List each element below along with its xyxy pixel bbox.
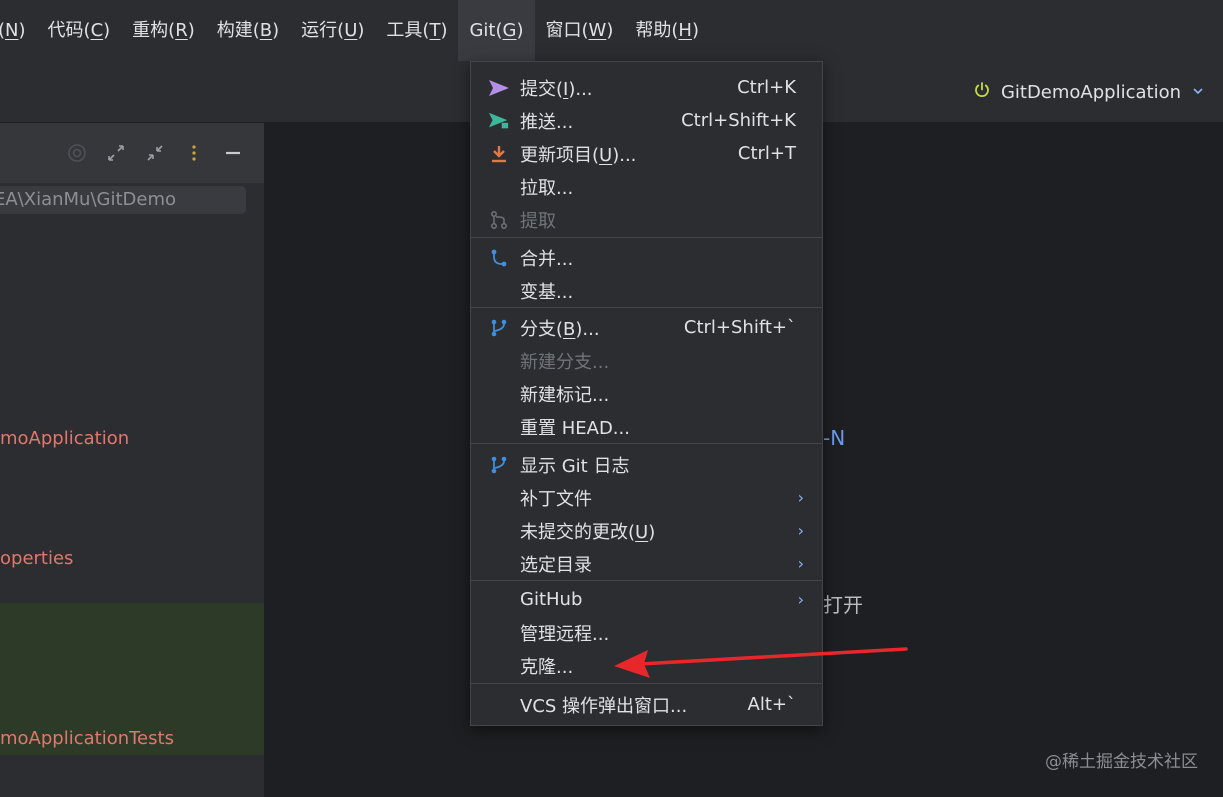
menu-separator xyxy=(471,307,822,308)
menu-build[interactable]: 构建(B) xyxy=(206,0,290,61)
fetch-icon xyxy=(488,209,510,231)
project-panel-header xyxy=(0,123,264,183)
chevron-right-icon: › xyxy=(797,488,804,507)
chevron-right-icon: › xyxy=(797,590,804,609)
tree-item-application-tests[interactable]: moApplicationTests xyxy=(0,728,174,749)
menu-git[interactable]: Git(G) xyxy=(458,0,535,61)
menu-run[interactable]: 运行(U) xyxy=(290,0,375,61)
editor-hint-open: 打开 xyxy=(823,593,863,617)
menu-item-pull[interactable]: 拉取... xyxy=(471,170,822,203)
shortcut: Alt+` xyxy=(747,694,796,715)
git-dropdown-menu: 提交(I)... Ctrl+K 推送... Ctrl+Shift+K 更新项目(… xyxy=(470,61,823,726)
menu-item-update-project[interactable]: 更新项目(U)... Ctrl+T xyxy=(471,137,822,170)
update-download-icon xyxy=(488,143,510,165)
target-icon[interactable] xyxy=(66,142,88,164)
menu-separator xyxy=(471,237,822,238)
push-arrow-icon xyxy=(488,110,510,132)
collapse-all-icon[interactable] xyxy=(144,142,166,164)
commit-arrow-icon xyxy=(488,77,510,99)
tree-item-application[interactable]: moApplication xyxy=(0,428,129,449)
expand-all-icon[interactable] xyxy=(105,142,127,164)
menu-separator xyxy=(471,580,822,581)
minimize-icon[interactable] xyxy=(222,142,244,164)
tree-item-properties[interactable]: operties xyxy=(0,548,73,569)
menu-item-new-branch[interactable]: 新建分支... xyxy=(471,344,822,377)
menu-item-branches[interactable]: 分支(B)... Ctrl+Shift+` xyxy=(471,311,822,344)
shortcut: Ctrl+T xyxy=(737,143,796,164)
menu-item-rebase[interactable]: 变基... xyxy=(471,274,822,307)
run-configuration-name: GitDemoApplication xyxy=(1000,81,1181,103)
main-menu-bar: (N) 代码(C) 重构(R) 构建(B) 运行(U) 工具(T) Git(G)… xyxy=(0,0,1223,62)
menu-separator xyxy=(471,443,822,444)
menu-item-reset-head[interactable]: 重置 HEAD... xyxy=(471,410,822,443)
shortcut: Ctrl+K xyxy=(737,77,796,98)
menu-item-fetch[interactable]: 提取 xyxy=(471,203,822,236)
shortcut: Ctrl+Shift+` xyxy=(683,317,796,338)
menu-item-github[interactable]: GitHub › xyxy=(471,583,822,616)
menu-item-current-directory[interactable]: 选定目录 › xyxy=(471,547,822,580)
annotation-arrow-icon xyxy=(614,647,908,678)
menu-new[interactable]: (N) xyxy=(0,0,37,61)
shortcut: Ctrl+Shift+K xyxy=(681,110,796,131)
menu-item-patch[interactable]: 补丁文件 › xyxy=(471,481,822,514)
chevron-down-icon xyxy=(1191,82,1205,103)
menu-item-new-tag[interactable]: 新建标记... xyxy=(471,377,822,410)
git-log-icon xyxy=(488,454,510,476)
chevron-right-icon: › xyxy=(797,521,804,540)
menu-help[interactable]: 帮助(H) xyxy=(624,0,710,61)
watermark: @稀土掘金技术社区 xyxy=(1045,752,1198,772)
options-kebab-icon[interactable] xyxy=(183,142,205,164)
menu-window[interactable]: 窗口(W) xyxy=(535,0,625,61)
menu-item-vcs-operations-popup[interactable]: VCS 操作弹出窗口... Alt+` xyxy=(471,688,822,721)
menu-refactor[interactable]: 重构(R) xyxy=(121,0,206,61)
branch-icon xyxy=(488,317,510,339)
menu-item-show-git-log[interactable]: 显示 Git 日志 xyxy=(471,448,822,481)
chevron-right-icon: › xyxy=(797,554,804,573)
run-configuration-selector[interactable]: GitDemoApplication xyxy=(973,79,1205,105)
menu-tools[interactable]: 工具(T) xyxy=(375,0,458,61)
menu-item-uncommitted-changes[interactable]: 未提交的更改(U) › xyxy=(471,514,822,547)
merge-icon xyxy=(488,247,510,269)
menu-code[interactable]: 代码(C) xyxy=(37,0,122,61)
menu-item-merge[interactable]: 合并... xyxy=(471,241,822,274)
power-icon xyxy=(973,81,991,104)
menu-item-commit[interactable]: 提交(I)... Ctrl+K xyxy=(471,71,822,104)
menu-item-push[interactable]: 推送... Ctrl+Shift+K xyxy=(471,104,822,137)
project-path: EA\XianMu\GitDemo xyxy=(0,186,246,214)
editor-hint-shortcut: -N xyxy=(823,426,846,450)
